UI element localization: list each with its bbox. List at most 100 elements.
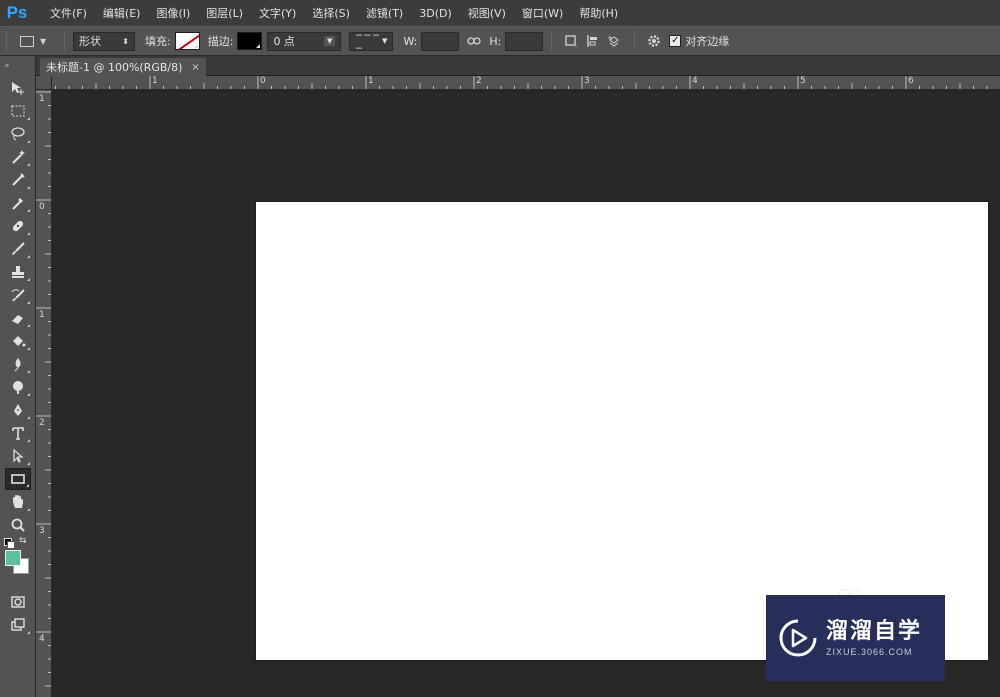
clone-stamp-icon[interactable] (5, 261, 31, 283)
stroke-label: 描边: (207, 35, 234, 48)
menu-edit[interactable]: 编辑(E) (95, 5, 149, 21)
horizontal-ruler[interactable]: 1 0 1 2 3 4 5 6 7 (36, 76, 1000, 90)
ruler-h-label: 3 (584, 76, 590, 86)
fill-label: 填充: (145, 35, 171, 48)
hand-tool-icon[interactable] (5, 491, 31, 513)
align-edges-checkbox[interactable]: ✓ (669, 35, 682, 47)
vertical-ruler-ticks (36, 91, 51, 687)
watermark-text: 溜溜自学 ZIXUE.3066.COM (826, 619, 922, 657)
menu-layer[interactable]: 图层(L) (198, 5, 251, 21)
ruler-v-label: 3 (39, 526, 45, 536)
options-grip[interactable] (6, 31, 12, 51)
ruler-h-label: 4 (692, 76, 698, 86)
paint-bucket-icon[interactable] (5, 330, 31, 352)
ruler-v-label: 4 (39, 634, 45, 644)
menu-help[interactable]: 帮助(H) (571, 5, 626, 21)
path-selection-icon[interactable] (5, 445, 31, 467)
menu-file[interactable]: 文件(F) (42, 5, 95, 21)
stroke-width-dropdown[interactable]: 0 点 ▼ (267, 31, 342, 51)
horizontal-ruler-ticks (41, 76, 988, 89)
path-operations-icon[interactable] (560, 31, 582, 51)
stroke-swatch[interactable] (237, 32, 263, 50)
corner-arrow-icon (193, 44, 198, 48)
ruler-h-label: 1 (368, 76, 374, 86)
color-swatches: ⇆ (0, 536, 35, 590)
tool-mode-value: 形状 (79, 35, 101, 48)
updown-arrows-icon: ⬍ (122, 36, 129, 46)
close-icon[interactable]: × (191, 62, 199, 73)
foreground-color[interactable] (5, 550, 21, 566)
ruler-origin[interactable] (36, 76, 52, 90)
chevron-down-icon: ▼ (324, 36, 336, 46)
tools-panel: » ⇆ (0, 56, 36, 697)
width-label: W: (403, 34, 418, 48)
width-input[interactable] (421, 31, 460, 51)
panel-collapse-icon[interactable]: » (0, 56, 35, 76)
crop-tool-icon[interactable] (5, 169, 31, 191)
stroke-width-value: 0 点 (273, 35, 295, 48)
menu-window[interactable]: 窗口(W) (514, 5, 571, 21)
link-icon[interactable] (463, 31, 485, 51)
ruler-v-label: 1 (39, 94, 45, 104)
history-brush-icon[interactable] (5, 284, 31, 306)
move-tool-icon[interactable] (5, 77, 31, 99)
document-tab-title: 未标题-1 @ 100%(RGB/8) (46, 61, 183, 74)
blur-tool-icon[interactable] (5, 353, 31, 375)
menu-image[interactable]: 图像(I) (148, 5, 198, 21)
type-tool-icon[interactable] (5, 422, 31, 444)
ruler-h-label: 2 (476, 76, 482, 86)
menu-type[interactable]: 文字(Y) (251, 5, 304, 21)
gear-icon[interactable] (643, 31, 665, 51)
divider (634, 31, 636, 51)
corner-arrow-icon (256, 44, 261, 48)
brush-tool-icon[interactable] (5, 238, 31, 260)
dashed-line-icon: ‒ ‒ ‒ ‒ (355, 28, 379, 54)
menu-3d[interactable]: 3D(D) (411, 7, 460, 20)
document-tab-strip: 未标题-1 @ 100%(RGB/8) × (36, 56, 1000, 76)
ruler-h-label: 5 (800, 76, 806, 86)
eraser-icon[interactable] (5, 307, 31, 329)
magic-wand-icon[interactable] (5, 146, 31, 168)
tool-preset-picker[interactable]: ▼ (20, 31, 56, 51)
options-bar: ▼ 形状 ⬍ 填充: 描边: 0 点 ▼ ‒ ‒ ‒ ‒ ▼ W: H: + ✓… (0, 26, 1000, 56)
document-tab[interactable]: 未标题-1 @ 100%(RGB/8) × (40, 58, 206, 76)
screen-mode-icon[interactable] (5, 614, 31, 636)
menu-bar: Ps 文件(F) 编辑(E) 图像(I) 图层(L) 文字(Y) 选择(S) 滤… (0, 0, 1000, 26)
divider (64, 31, 65, 51)
marquee-tool-icon[interactable] (5, 100, 31, 122)
lasso-tool-icon[interactable] (5, 123, 31, 145)
chevron-down-icon: ▼ (382, 37, 388, 45)
menu-view[interactable]: 视图(V) (460, 5, 514, 21)
eyedropper-icon[interactable] (5, 192, 31, 214)
path-arrangement-icon[interactable]: + (604, 31, 626, 51)
height-input[interactable] (505, 31, 544, 51)
watermark-url: ZIXUE.3066.COM (826, 647, 913, 657)
height-label: H: (489, 34, 502, 48)
swap-colors-icon[interactable]: ⇆ (19, 536, 27, 546)
ruler-v-label: 1 (39, 310, 45, 320)
zoom-tool-icon[interactable] (5, 514, 31, 536)
ruler-h-label: 0 (260, 76, 266, 86)
healing-brush-icon[interactable] (5, 215, 31, 237)
dodge-tool-icon[interactable] (5, 376, 31, 398)
menu-select[interactable]: 选择(S) (304, 5, 358, 21)
vertical-ruler[interactable]: 1 0 1 2 3 4 (36, 90, 52, 697)
path-alignment-icon[interactable] (582, 31, 604, 51)
divider (551, 31, 553, 51)
menu-items: 文件(F) 编辑(E) 图像(I) 图层(L) 文字(Y) 选择(S) 滤镜(T… (42, 5, 626, 21)
stroke-type-dropdown[interactable]: ‒ ‒ ‒ ‒ ▼ (349, 28, 394, 54)
default-colors-icon[interactable] (4, 538, 15, 549)
pen-tool-icon[interactable] (5, 399, 31, 421)
tool-mode-dropdown[interactable]: 形状 ⬍ (73, 31, 135, 51)
document-canvas[interactable] (256, 202, 988, 660)
watermark: 溜溜自学 ZIXUE.3066.COM (766, 595, 945, 681)
app-logo: Ps (6, 3, 28, 22)
ruler-v-label: 0 (39, 202, 45, 212)
fill-swatch[interactable] (174, 32, 200, 50)
menu-filter[interactable]: 滤镜(T) (358, 5, 411, 21)
rectangle-tool-icon[interactable] (5, 468, 31, 490)
chevron-down-icon: ▼ (40, 36, 47, 46)
svg-text:+: + (607, 34, 613, 42)
quick-mask-icon[interactable] (5, 591, 31, 613)
ruler-v-label: 2 (39, 418, 45, 428)
